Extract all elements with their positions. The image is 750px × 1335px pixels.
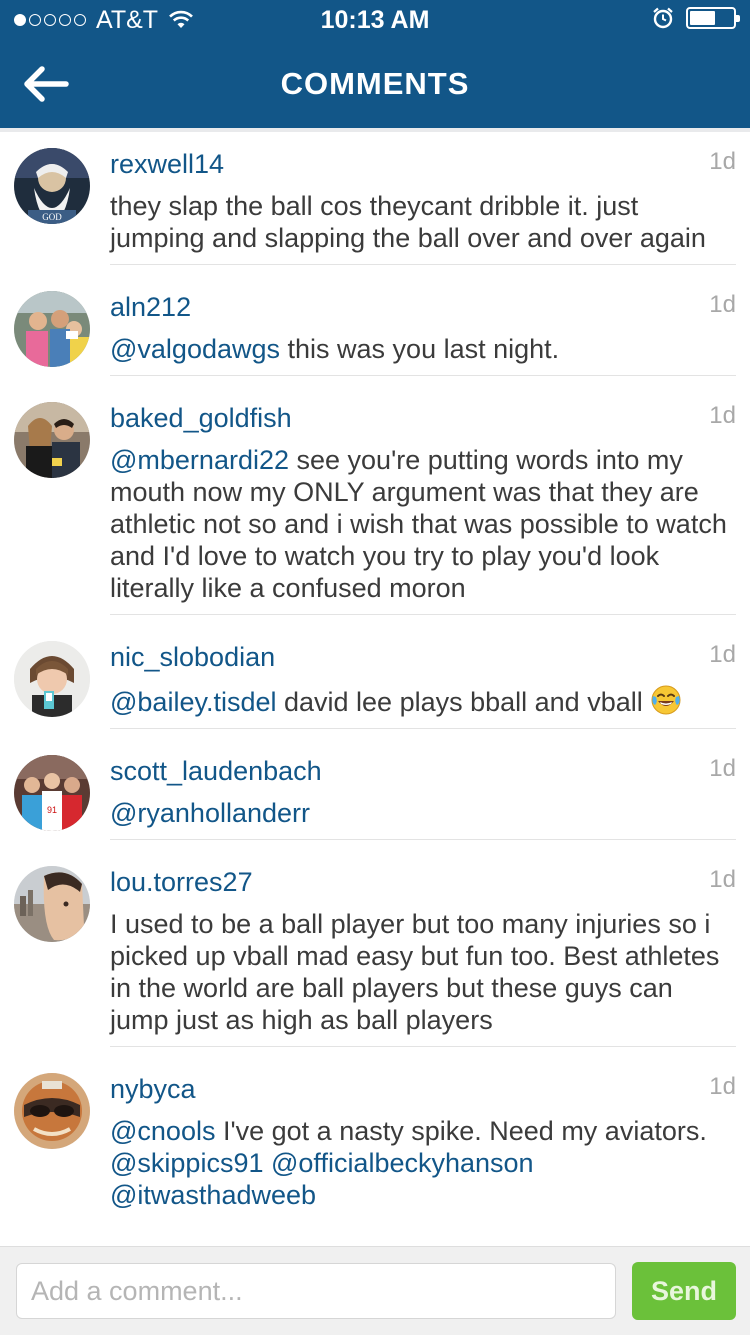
comment-text: @bailey.tisdel david lee plays bball and…: [110, 683, 736, 718]
comment-timestamp: 1d: [709, 755, 736, 782]
send-button[interactable]: Send: [632, 1262, 736, 1320]
comment-username[interactable]: baked_goldfish: [110, 400, 292, 436]
comment-item[interactable]: lou.torres27 1d I used to be a ball player…: [0, 850, 750, 1057]
comment-item[interactable]: aln212 1d @valgodawgs this was you last ni…: [0, 275, 750, 386]
svg-text:GOD: GOD: [42, 212, 62, 222]
comment-text: @ryanhollanderr: [110, 797, 736, 829]
comment-composer: Send: [0, 1246, 750, 1335]
mention-link[interactable]: @ryanhollanderr: [110, 798, 310, 828]
avatar[interactable]: [14, 402, 90, 478]
svg-text:91: 91: [47, 805, 57, 815]
comment-text: I used to be a ball player but too many …: [110, 908, 736, 1036]
comment-text-segment: [263, 1148, 271, 1178]
comment-text-segment: they slap the ball cos theycant dribble …: [110, 191, 706, 253]
comment-timestamp: 1d: [709, 402, 736, 429]
tears-of-joy-emoji: [650, 683, 682, 715]
mention-link[interactable]: @officialbeckyhanson: [271, 1148, 534, 1178]
status-time: 10:13 AM: [320, 6, 430, 34]
avatar[interactable]: 91: [14, 755, 90, 831]
comment-text-segment: this was you last night.: [280, 334, 560, 364]
avatar[interactable]: [14, 866, 90, 942]
comment-item[interactable]: nybyca 1d @cnools I've got a nasty spike. …: [0, 1057, 750, 1231]
comment-item[interactable]: baked_goldfish 1d @mbernardi22 see you're …: [0, 386, 750, 625]
avatar[interactable]: [14, 1073, 90, 1149]
avatar[interactable]: [14, 641, 90, 717]
comments-list[interactable]: GOD rexwell14 1d they slap the ball cos the…: [0, 128, 750, 1246]
status-bar: AT&T 10:13 AM: [0, 0, 750, 40]
comment-text: they slap the ball cos theycant dribble …: [110, 190, 736, 254]
mention-link[interactable]: @cnools: [110, 1116, 215, 1146]
comment-text-segment: I've got a nasty spike. Need my aviators…: [215, 1116, 707, 1146]
comment-input[interactable]: [16, 1263, 616, 1319]
comment-username[interactable]: nybyca: [110, 1071, 196, 1107]
comment-username[interactable]: aln212: [110, 289, 191, 325]
battery-icon: [686, 7, 740, 29]
mention-link[interactable]: @itwasthadweeb: [110, 1180, 316, 1210]
mention-link[interactable]: @bailey.tisdel: [110, 687, 276, 717]
mention-link[interactable]: @valgodawgs: [110, 334, 280, 364]
comment-username[interactable]: nic_slobodian: [110, 639, 275, 675]
comment-username[interactable]: rexwell14: [110, 146, 224, 182]
comment-text-segment: I used to be a ball player but too many …: [110, 909, 720, 1035]
mention-link[interactable]: @mbernardi22: [110, 445, 289, 475]
comment-timestamp: 1d: [709, 291, 736, 318]
comment-timestamp: 1d: [709, 866, 736, 893]
comment-username[interactable]: lou.torres27: [110, 864, 253, 900]
avatar[interactable]: [14, 291, 90, 367]
comment-text: @cnools I've got a nasty spike. Need my …: [110, 1115, 736, 1211]
comment-text-segment: david lee plays bball and vball: [276, 687, 651, 717]
comment-timestamp: 1d: [709, 1073, 736, 1100]
alarm-clock-icon: [653, 7, 673, 29]
comment-item[interactable]: nic_slobodian 1d @bailey.tisdel david lee …: [0, 625, 750, 739]
comment-text: @valgodawgs this was you last night.: [110, 333, 736, 365]
page-title: COMMENTS: [280, 66, 470, 101]
comment-username[interactable]: scott_laudenbach: [110, 753, 322, 789]
comment-timestamp: 1d: [709, 148, 736, 175]
mention-link[interactable]: @skippics91: [110, 1148, 263, 1178]
comment-timestamp: 1d: [709, 641, 736, 668]
navigation-bar: COMMENTS: [0, 40, 750, 128]
avatar[interactable]: GOD: [14, 148, 90, 224]
comment-item[interactable]: GOD rexwell14 1d they slap the ball cos the…: [0, 132, 750, 275]
comment-item[interactable]: 91 scott_laudenbach 1d @ryanhollanderr: [0, 739, 750, 850]
comment-text: @mbernardi22 see you're putting words in…: [110, 444, 736, 604]
